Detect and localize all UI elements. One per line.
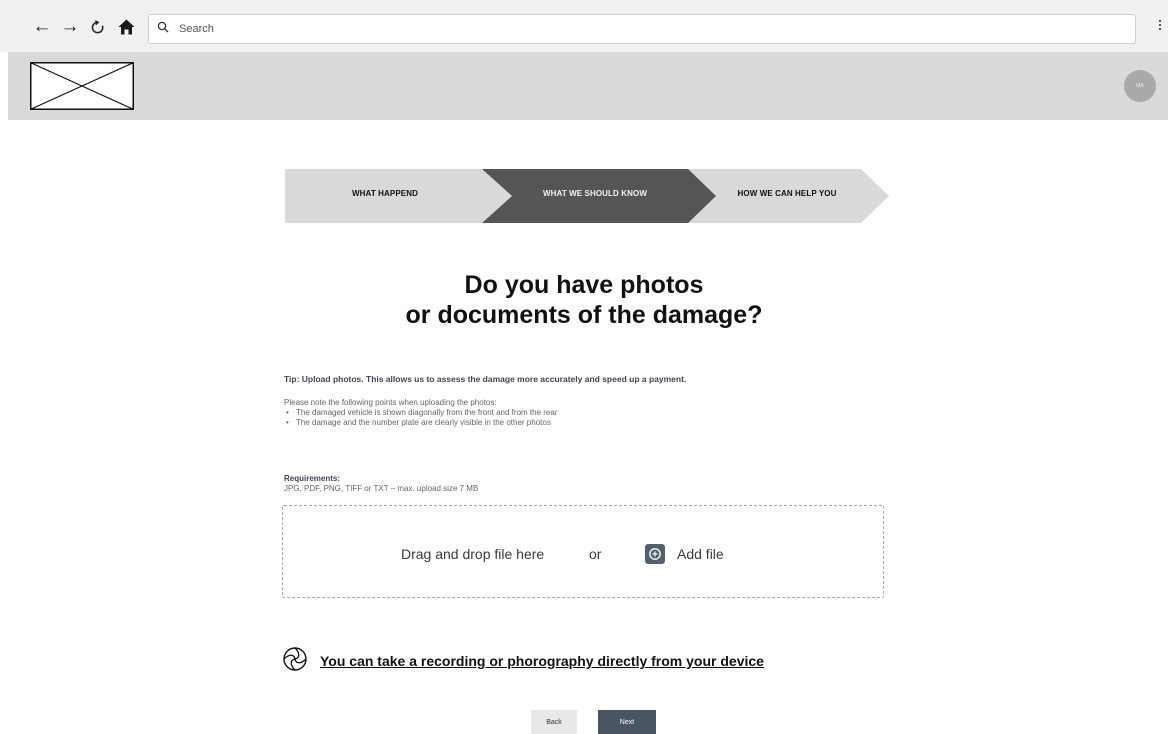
add-file-button[interactable]: Add file	[645, 544, 724, 564]
upload-note: Please note the following points when up…	[284, 398, 497, 407]
search-icon	[157, 20, 169, 38]
progress-stepper: WHAT HAPPEND WHAT WE SHOULD KNOW HOW WE …	[285, 169, 889, 223]
file-dropzone[interactable]: Drag and drop file here or Add file	[282, 505, 884, 598]
page-title: Do you have photos or documents of the d…	[284, 270, 884, 330]
add-file-label: Add file	[677, 546, 724, 562]
avatar[interactable]: MA	[1124, 70, 1156, 102]
back-button[interactable]: Back	[531, 710, 577, 734]
reload-icon[interactable]	[88, 16, 106, 38]
upload-tip: Tip: Upload photos. This allows us to as…	[284, 374, 687, 384]
guideline-item: The damaged vehicle is shown diagonally …	[286, 408, 557, 418]
camera-capture-row: You can take a recording or phorography …	[282, 646, 764, 677]
browser-toolbar: ← →	[0, 0, 1168, 52]
requirements-text: JPG, PDF, PNG, TIFF or TXT – max. upload…	[284, 484, 479, 493]
step-what-we-should-know[interactable]: WHAT WE SHOULD KNOW	[495, 189, 695, 203]
capture-from-device-link[interactable]: You can take a recording or phorography …	[320, 653, 764, 669]
step-what-happend[interactable]: WHAT HAPPEND	[285, 189, 485, 203]
or-separator: or	[589, 546, 602, 562]
search-input[interactable]	[177, 22, 1081, 36]
step-how-we-can-help-you[interactable]: HOW WE CAN HELP YOU	[697, 189, 877, 203]
add-circle-icon	[645, 544, 665, 564]
logo-placeholder-icon	[30, 62, 134, 110]
camera-aperture-icon[interactable]	[282, 646, 308, 677]
kebab-menu-icon[interactable]	[1156, 20, 1164, 40]
photo-guidelines: The damaged vehicle is shown diagonally …	[286, 408, 557, 428]
guideline-item: The damage and the number plate are clea…	[286, 418, 557, 428]
search-bar[interactable]	[148, 14, 1136, 44]
app-header: MA	[8, 52, 1168, 120]
page-title-line-2: or documents of the damage?	[405, 301, 763, 329]
page-title-line-1: Do you have photos	[464, 271, 704, 299]
forward-arrow-icon[interactable]: →	[60, 16, 80, 38]
next-button[interactable]: Next	[598, 710, 656, 734]
back-arrow-icon[interactable]: ←	[32, 16, 52, 38]
home-icon[interactable]	[116, 16, 136, 38]
drag-drop-text: Drag and drop file here	[401, 546, 545, 562]
requirements-title: Requirements:	[284, 474, 341, 483]
